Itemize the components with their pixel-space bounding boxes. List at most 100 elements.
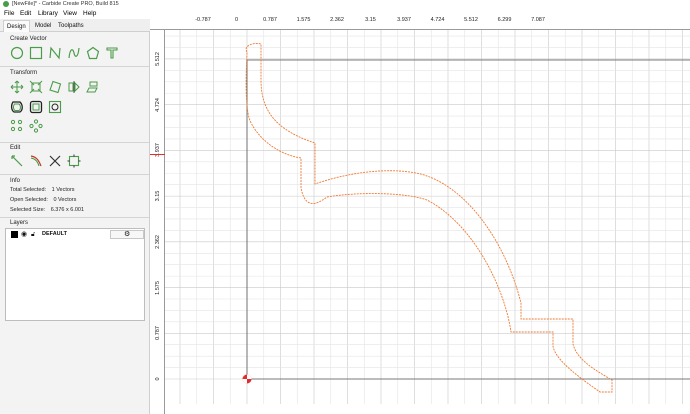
total-selected-label: Total Selected: [10,187,47,193]
menu-view[interactable]: View [63,9,77,19]
layer-settings-button[interactable]: ⚙ [110,230,144,239]
group-tool-button[interactable] [48,100,62,114]
ruler-y-label: 3.15 [155,190,161,202]
divider [0,217,149,218]
lock-icon[interactable]: 🔓︎ [31,229,35,240]
grid [165,30,690,404]
ruler-x-label: 3.15 [365,17,376,23]
ruler-y-label: 2.362 [155,234,161,249]
rotate-tool-button[interactable] [48,80,62,94]
ruler-x-label: 1.575 [296,17,311,23]
origin-marker [242,374,252,384]
trim-tool-button[interactable] [29,154,43,168]
circular-array-icon [29,119,43,133]
trim-icon [30,155,42,167]
tab-toolpaths[interactable]: Toolpaths [55,20,87,32]
layers-heading: Layers [10,220,29,226]
info-open-selected: Open Selected: 0 Vectors [10,197,76,203]
ruler-y-label: 4.724 [155,97,161,112]
selected-vector[interactable] [245,43,613,393]
layer-name: DEFAULT [42,231,67,237]
curve-icon [68,47,80,59]
offset-tool-button[interactable] [10,100,24,114]
group-icon [48,100,62,114]
rotate-icon [49,80,62,94]
eye-icon[interactable]: ◉ [21,229,27,240]
divider [0,174,149,175]
polyline-tool-button[interactable] [48,46,62,60]
layer-row[interactable]: ◉ 🔓︎ DEFAULT ⚙ [6,229,144,240]
material-boundary [246,59,690,380]
polyline-icon [49,46,61,60]
total-selected-value: 1 Vectors [51,187,75,193]
app-logo-icon [3,1,9,7]
rectangle-icon [29,46,43,60]
cut-icon [49,155,61,167]
scale-tool-button[interactable] [29,80,43,94]
open-selected-label: Open Selected: [10,197,48,203]
ruler-y-label: 5.512 [155,52,161,66]
scale-icon [29,80,43,94]
gear-icon: ⚙ [124,231,131,238]
ruler-y-label: 1.575 [155,280,161,295]
ruler-y-label: 0.787 [155,326,161,341]
window-title: [NewFile]* - Carbide Create PRO, Build 8… [12,1,119,7]
menu-edit[interactable]: Edit [20,9,31,19]
menu-help[interactable]: Help [83,9,96,19]
cursor-position-marker [150,154,165,155]
selected-size-label: Selected Size: [10,207,46,213]
layers-panel: ◉ 🔓︎ DEFAULT ⚙ [5,228,145,321]
join-tool-button[interactable] [67,154,81,168]
align-icon [86,81,98,93]
ruler-x-label: 0 [234,17,239,23]
text-tool-button[interactable] [105,46,119,60]
ruler-x-label: 6.299 [497,17,512,23]
divider [0,142,149,143]
text-icon [106,47,118,59]
node-edit-icon [11,155,23,167]
cut-tool-button[interactable] [48,154,62,168]
title-bar: [NewFile]* - Carbide Create PRO, Build 8… [0,0,690,9]
create-vector-heading: Create Vector [10,36,47,42]
circular-array-tool-button[interactable] [29,119,43,133]
ruler-x-label: 2.362 [330,17,344,23]
circle-icon [10,46,24,60]
boolean-icon [29,100,43,114]
info-selected-size: Selected Size: 6.376 x 6.001 [10,207,84,213]
mirror-icon [68,81,80,93]
rectangle-tool-button[interactable] [29,46,43,60]
curve-tool-button[interactable] [67,46,81,60]
vertical-ruler: 5.512 4.724 3.937 3.15 2.362 1.575 0.787 0 [150,30,165,414]
tab-model[interactable]: Model [32,20,54,32]
mirror-tool-button[interactable] [67,80,81,94]
circle-tool-button[interactable] [10,46,24,60]
ruler-x-label: 0.787 [263,17,277,23]
layer-color-swatch[interactable] [11,231,18,238]
ruler-x-label: 7.087 [531,17,545,23]
align-tool-button[interactable] [86,80,100,94]
open-selected-value: 0 Vectors [53,197,77,203]
info-total-selected: Total Selected: 1 Vectors [10,187,75,193]
join-icon [67,154,81,168]
offset-icon [10,101,23,113]
move-tool-button[interactable] [10,80,24,94]
menu-library[interactable]: Library [38,9,58,19]
tab-bar: Design Model Toolpaths [0,19,150,32]
node-edit-tool-button[interactable] [10,154,24,168]
tab-design[interactable]: Design [3,20,30,32]
horizontal-ruler: -0.787 0 0.787 1.575 2.362 3.15 3.937 4.724 5.51… [150,15,690,30]
ruler-x-label: -0.787 [195,17,211,23]
design-canvas[interactable] [165,30,690,404]
transform-heading: Transform [10,70,38,76]
ruler-x-label: 3.937 [397,17,411,23]
canvas-svg[interactable] [165,30,690,404]
selected-size-value: 6.376 x 6.001 [50,207,85,213]
array-tool-button[interactable] [10,119,24,133]
ruler-x-label: 5.512 [464,17,478,23]
divider [0,66,149,67]
boolean-tool-button[interactable] [29,100,43,114]
polygon-tool-button[interactable] [86,46,100,60]
menu-file[interactable]: File [4,9,14,19]
info-heading: Info [10,178,21,184]
array-icon [10,119,23,132]
